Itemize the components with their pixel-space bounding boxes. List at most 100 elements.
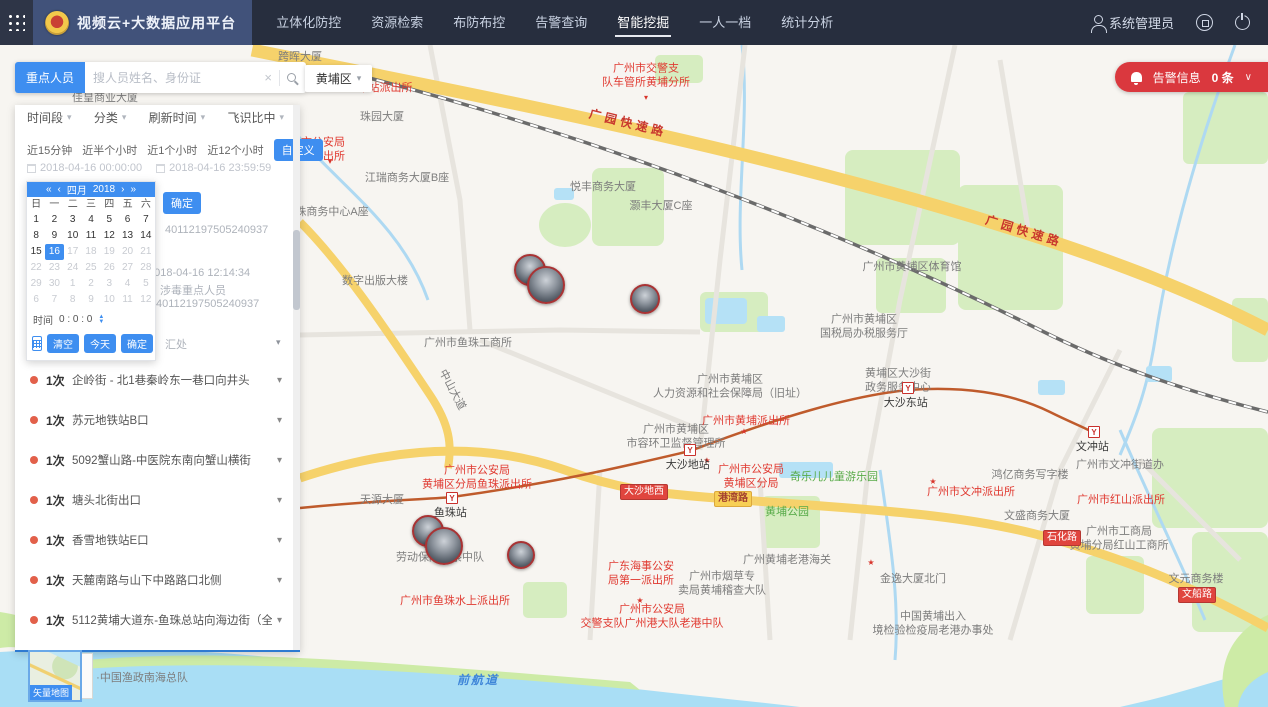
calendar-day[interactable]: 7 xyxy=(137,212,155,228)
calendar-day[interactable]: 23 xyxy=(45,260,63,276)
chevron-down-icon[interactable]: ▾ xyxy=(277,455,282,466)
calendar-day[interactable]: 2 xyxy=(82,276,100,292)
calendar-day[interactable]: 13 xyxy=(118,228,136,244)
calendar-day[interactable]: 12 xyxy=(137,292,155,308)
calendar-day[interactable]: 4 xyxy=(118,276,136,292)
calendar-day[interactable]: 21 xyxy=(137,244,155,260)
next-month-icon[interactable]: › xyxy=(121,184,124,195)
result-row[interactable]: 1次 香雪地铁站E口 ▾ xyxy=(15,520,292,560)
search-input[interactable] xyxy=(93,71,257,85)
calendar-day[interactable]: 15 xyxy=(27,244,45,260)
menu-item[interactable]: 立体化防控 xyxy=(274,8,343,37)
result-row[interactable]: 1次 企岭街 - 北1巷秦岭东一巷口向井头 ▾ xyxy=(15,360,292,400)
calendar-day[interactable]: 17 xyxy=(64,244,82,260)
calendar-day[interactable]: 8 xyxy=(27,228,45,244)
chevron-down-icon[interactable]: ▾ xyxy=(277,495,282,506)
filter-dropdown[interactable]: 刷新时间 ▾ xyxy=(149,109,206,126)
time-value[interactable]: 0 : 0 : 0 xyxy=(59,314,92,325)
quick-time-option[interactable]: 近15分钟 xyxy=(27,142,72,158)
chevron-down-icon[interactable]: ∨ xyxy=(1245,72,1252,83)
prev-month-icon[interactable]: ‹ xyxy=(58,184,61,195)
calendar-day[interactable]: 27 xyxy=(118,260,136,276)
calendar-grid-icon-button[interactable] xyxy=(32,336,42,351)
result-row[interactable]: 1次 5112黄埔大道东-鱼珠总站向海边街（全） ▾ xyxy=(15,600,292,640)
calendar-day[interactable]: 6 xyxy=(27,292,45,308)
person-avatar-marker[interactable] xyxy=(527,266,565,304)
calendar-day[interactable]: 6 xyxy=(118,212,136,228)
today-button[interactable]: 今天 xyxy=(84,334,116,353)
menu-item[interactable]: 统计分析 xyxy=(779,8,835,37)
calendar-day[interactable]: 8 xyxy=(64,292,82,308)
calendar-day[interactable]: 19 xyxy=(100,244,118,260)
calendar-month[interactable]: 四月 xyxy=(67,182,87,197)
calendar-day[interactable]: 3 xyxy=(64,212,82,228)
calendar-day[interactable]: 7 xyxy=(45,292,63,308)
person-avatar-marker[interactable] xyxy=(425,527,463,565)
calendar-day[interactable]: 10 xyxy=(100,292,118,308)
district-dropdown[interactable]: 黄埔区 ▾ xyxy=(305,65,372,92)
chevron-down-icon[interactable]: ▾ xyxy=(277,575,282,586)
filter-dropdown[interactable]: 飞识比中 ▾ xyxy=(227,109,284,126)
user-menu[interactable]: 系统管理员 xyxy=(1094,13,1174,32)
start-date-field[interactable]: 2018-04-16 00:00:00 xyxy=(27,162,142,174)
next-year-icon[interactable]: » xyxy=(130,184,136,195)
logout-power-icon[interactable] xyxy=(1235,15,1250,30)
calendar-day[interactable]: 11 xyxy=(118,292,136,308)
ok-button[interactable]: 确定 xyxy=(121,334,153,353)
calendar-day[interactable]: 4 xyxy=(82,212,100,228)
person-avatar-marker[interactable] xyxy=(507,541,535,569)
security-lock-icon[interactable] xyxy=(1196,14,1213,31)
menu-item[interactable]: 布防布控 xyxy=(451,8,507,37)
calendar-day[interactable]: 12 xyxy=(100,228,118,244)
menu-item[interactable]: 资源检索 xyxy=(369,8,425,37)
clear-icon[interactable]: × xyxy=(264,70,272,85)
end-date-field[interactable]: 2018-04-16 23:59:59 xyxy=(156,162,271,174)
scrollbar-thumb[interactable] xyxy=(293,230,300,310)
filter-dropdown[interactable]: 分类 ▾ xyxy=(94,109,127,126)
calendar-day[interactable]: 2 xyxy=(45,212,63,228)
calendar-day[interactable]: 5 xyxy=(100,212,118,228)
result-row[interactable]: 1次 天麓南路与山下中路路口北侧 ▾ xyxy=(15,560,292,600)
calendar-day[interactable]: 10 xyxy=(64,228,82,244)
menu-item[interactable]: 智能挖掘 xyxy=(615,8,671,37)
result-row[interactable]: 1次 塘头北街出口 ▾ xyxy=(15,480,292,520)
confirm-button[interactable]: 确定 xyxy=(163,192,201,214)
calendar-day[interactable]: 25 xyxy=(82,260,100,276)
search-icon[interactable] xyxy=(287,73,296,82)
result-row[interactable]: 1次 5092蟹山路-中医院东南向蟹山横街 ▾ xyxy=(15,440,292,480)
time-stepper[interactable]: ▲▼ xyxy=(98,315,104,325)
quick-time-option[interactable]: 近半个小时 xyxy=(82,142,137,158)
calendar-day[interactable]: 11 xyxy=(82,228,100,244)
calendar-day[interactable]: 18 xyxy=(82,244,100,260)
calendar-day[interactable]: 1 xyxy=(27,212,45,228)
calendar-day[interactable]: 30 xyxy=(45,276,63,292)
result-row[interactable]: 1次 苏元地铁站B口 ▾ xyxy=(15,400,292,440)
apps-grid-icon[interactable] xyxy=(0,0,33,45)
menu-item[interactable]: 一人一档 xyxy=(697,8,753,37)
person-avatar-marker[interactable] xyxy=(630,284,660,314)
calendar-day[interactable]: 28 xyxy=(137,260,155,276)
chevron-down-icon[interactable]: ▾ xyxy=(277,375,282,386)
calendar-day[interactable]: 14 xyxy=(137,228,155,244)
calendar-day[interactable]: 24 xyxy=(64,260,82,276)
chevron-down-icon[interactable]: ▾ xyxy=(277,615,282,626)
chevron-down-icon[interactable]: ▾ xyxy=(277,535,282,546)
minimap-toggle[interactable]: 矢量地图 xyxy=(28,650,82,702)
calendar-day[interactable]: 26 xyxy=(100,260,118,276)
filter-dropdown[interactable]: 时间段 ▾ xyxy=(27,109,72,126)
alarm-info-bar[interactable]: 告警信息 0 条 ∨ xyxy=(1115,62,1268,92)
menu-item[interactable]: 告警查询 xyxy=(533,8,589,37)
calendar-day[interactable]: 20 xyxy=(118,244,136,260)
quick-time-option[interactable]: 近1个小时 xyxy=(147,142,197,158)
calendar-day[interactable]: 22 xyxy=(27,260,45,276)
calendar-day[interactable]: 9 xyxy=(45,228,63,244)
calendar-day[interactable]: 9 xyxy=(82,292,100,308)
calendar-day[interactable]: 1 xyxy=(64,276,82,292)
calendar-day[interactable]: 3 xyxy=(100,276,118,292)
calendar-day[interactable]: 29 xyxy=(27,276,45,292)
calendar-year[interactable]: 2018 xyxy=(93,184,115,195)
quick-time-option[interactable]: 近12个小时 xyxy=(207,142,263,158)
calendar-day[interactable]: 16 xyxy=(45,244,63,260)
clear-button[interactable]: 清空 xyxy=(47,334,79,353)
calendar-day[interactable]: 5 xyxy=(137,276,155,292)
